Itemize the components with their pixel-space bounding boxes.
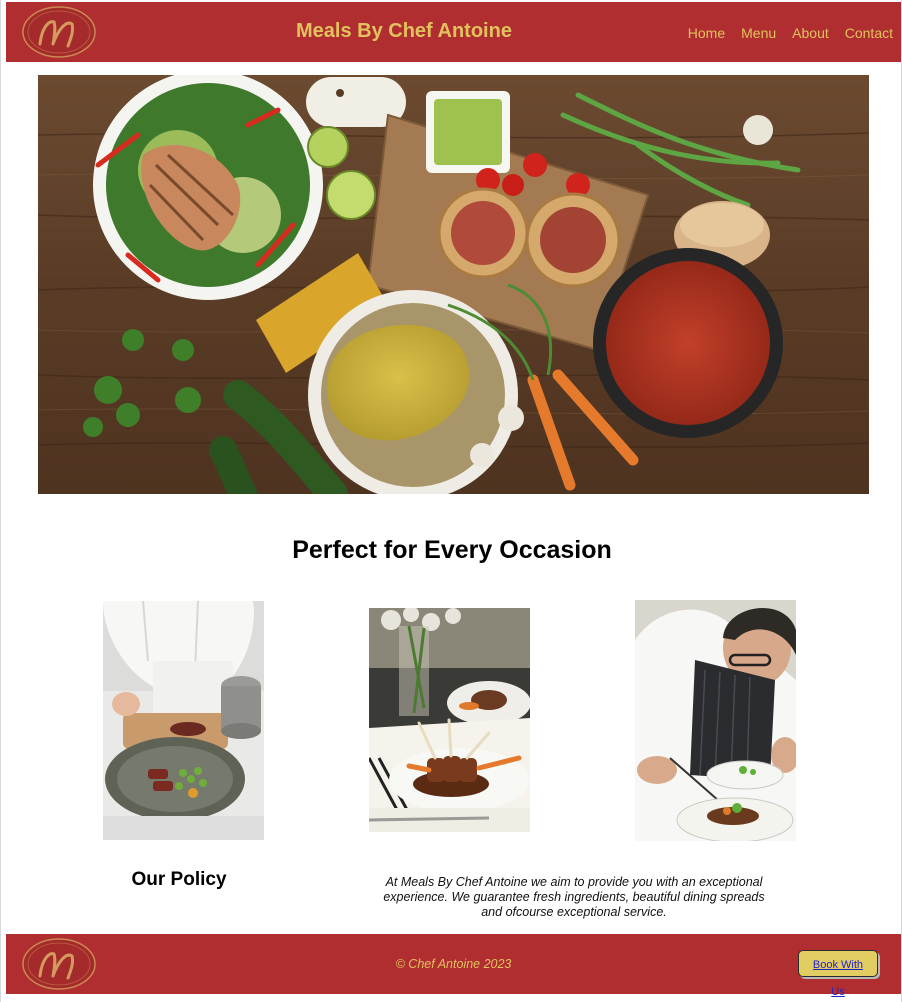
policy-title: Our Policy bbox=[131, 869, 227, 890]
book-with-us-button[interactable]: Book With Us bbox=[798, 950, 878, 998]
nav-contact-link[interactable]: Contact bbox=[845, 25, 893, 41]
main-nav: Home Menu About Contact bbox=[688, 25, 893, 41]
site-title: Meals By Chef Antoine bbox=[296, 20, 512, 42]
section-title: Perfect for Every Occasion bbox=[292, 536, 612, 564]
site-footer: © Chef Antoine 2023 Book With Us bbox=[6, 934, 901, 998]
chef-plating-photo bbox=[103, 601, 264, 840]
nav-menu-link[interactable]: Menu bbox=[741, 25, 776, 41]
nav-about-link[interactable]: About bbox=[792, 25, 829, 41]
page: Meals By Chef Antoine Home Menu About Co… bbox=[0, 0, 902, 1002]
logo-icon[interactable] bbox=[20, 4, 98, 60]
nav-home-link[interactable]: Home bbox=[688, 25, 725, 41]
fine-dining-photo bbox=[369, 608, 530, 832]
chef-tweezers-photo bbox=[635, 600, 796, 841]
site-header: Meals By Chef Antoine Home Menu About Co… bbox=[6, 2, 901, 62]
copyright-text: © Chef Antoine 2023 bbox=[395, 957, 512, 971]
policy-text: At Meals By Chef Antoine we aim to provi… bbox=[383, 875, 765, 919]
hero-image bbox=[38, 75, 869, 494]
